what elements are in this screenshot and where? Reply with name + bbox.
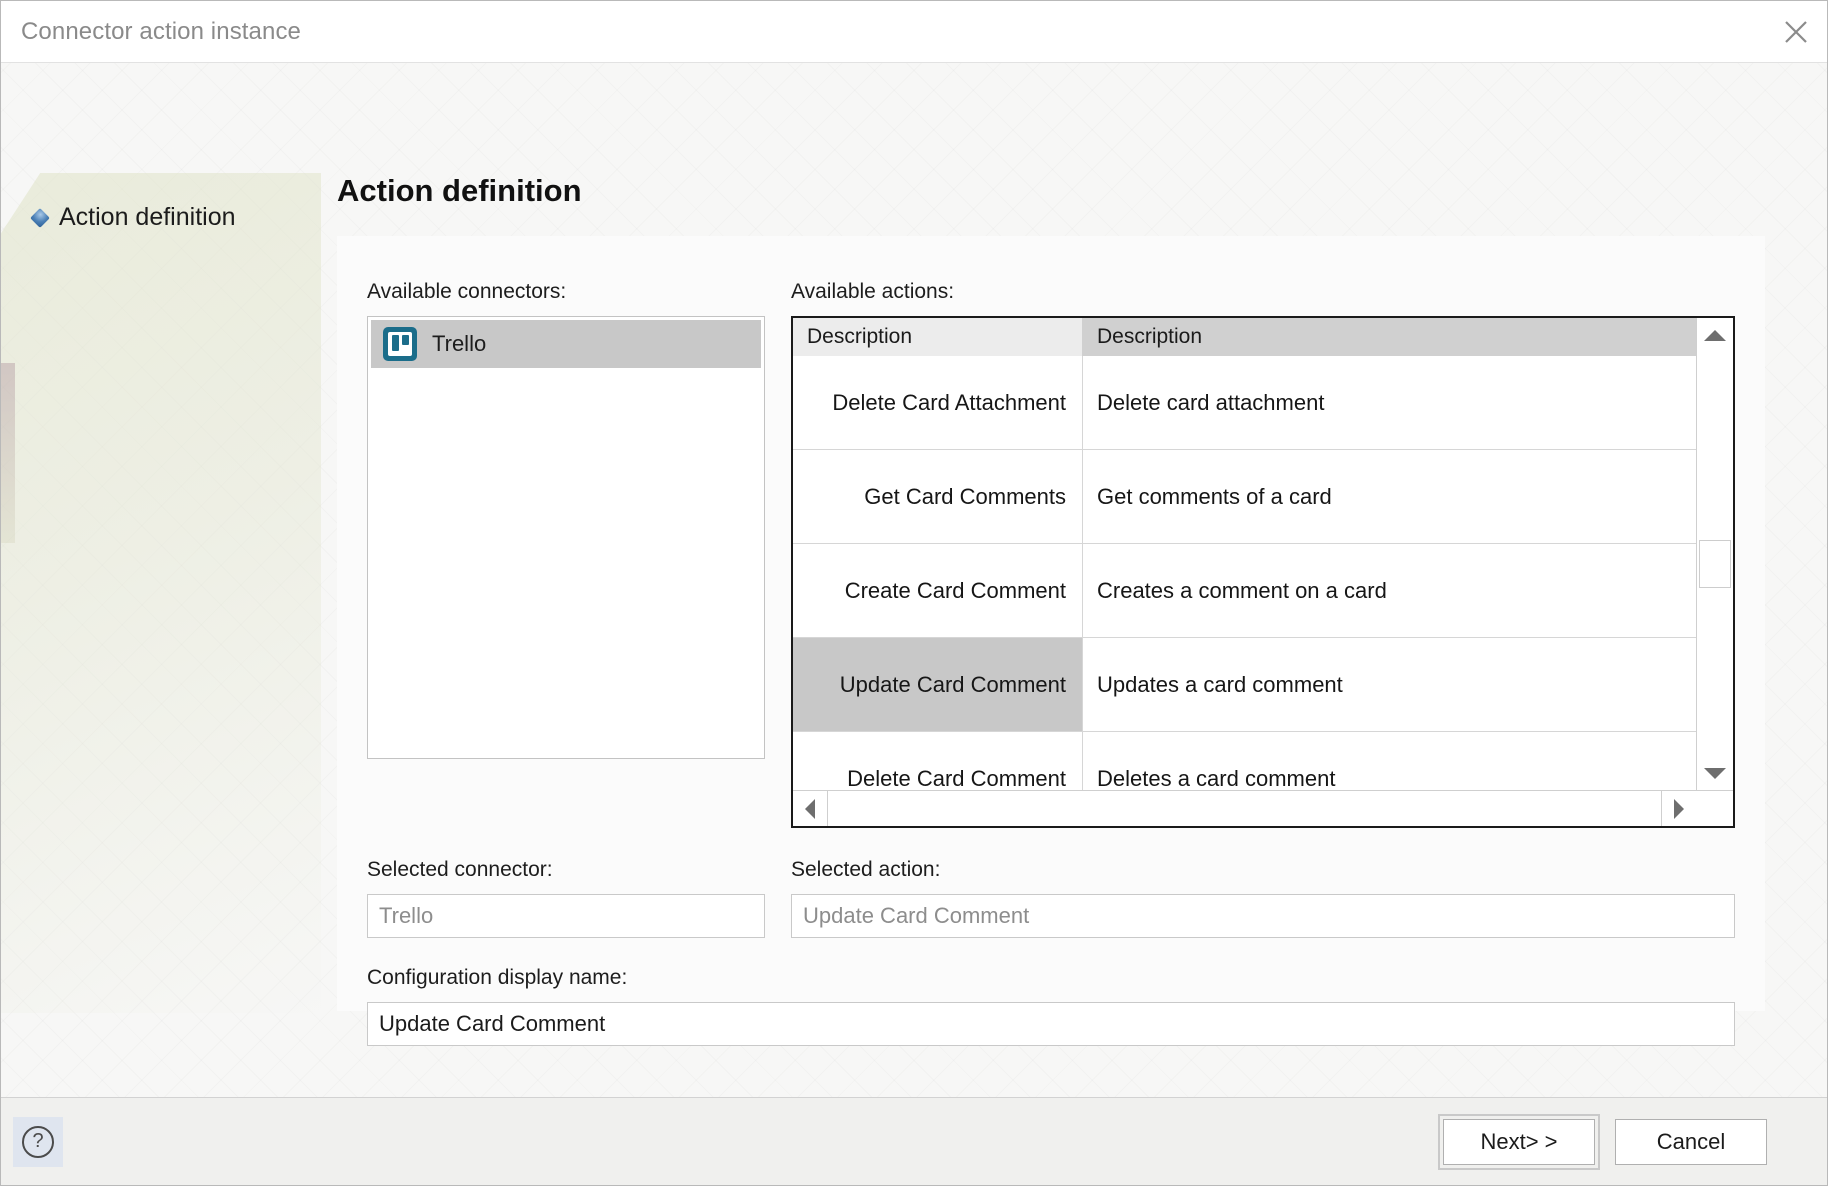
help-button[interactable]: ?	[13, 1116, 63, 1167]
cell-action-name: Delete Card Attachment	[793, 356, 1083, 449]
cell-action-name: Create Card Comment	[793, 544, 1083, 637]
main-content: Action definition Available connectors:	[337, 63, 1827, 1097]
available-connectors-label: Available connectors:	[367, 280, 567, 303]
cell-action-description: Updates a card comment	[1083, 638, 1696, 731]
cell-action-description: Get comments of a card	[1083, 450, 1696, 543]
table-row-selected[interactable]: Update Card Comment Updates a card comme…	[793, 638, 1696, 732]
cell-action-name: Update Card Comment	[793, 638, 1083, 731]
column-header-description[interactable]: Description	[1083, 318, 1696, 356]
available-connectors-list[interactable]: Trello	[367, 316, 765, 759]
next-button[interactable]: Next> >	[1438, 1113, 1600, 1170]
diamond-bullet-icon	[30, 207, 50, 228]
horizontal-scroll-track[interactable]	[827, 791, 1662, 826]
table-row[interactable]: Create Card Comment Creates a comment on…	[793, 544, 1696, 638]
dialog-titlebar: Connector action instance	[1, 1, 1827, 63]
scroll-down-button[interactable]	[1697, 756, 1733, 790]
wizard-step-nav: Action definition	[1, 63, 337, 1097]
vertical-scroll-thumb[interactable]	[1699, 540, 1731, 588]
footer-actions: Next> > Cancel	[1438, 1113, 1767, 1170]
sidebar-item-label: Action definition	[59, 203, 236, 231]
column-header-name[interactable]: Description	[793, 318, 1083, 356]
cell-action-description: Delete card attachment	[1083, 356, 1696, 449]
dialog-body: Action definition Action definition Avai…	[1, 63, 1827, 1097]
vertical-scroll-track[interactable]	[1697, 352, 1733, 756]
configuration-display-name-label: Configuration display name:	[367, 966, 628, 989]
selected-action-label: Selected action:	[791, 858, 941, 881]
cancel-button[interactable]: Cancel	[1615, 1118, 1767, 1165]
triangle-right-icon	[1674, 798, 1684, 819]
selected-action-group: Selected action:	[791, 858, 1735, 938]
configuration-display-name-input[interactable]	[367, 1002, 1735, 1046]
connector-action-instance-dialog: Connector action instance Action definit…	[0, 0, 1828, 1186]
dialog-footer: ? Next> > Cancel	[1, 1097, 1827, 1185]
question-mark-icon: ?	[22, 1125, 54, 1158]
actions-column: Available actions: Description Descripti…	[791, 280, 1735, 828]
sidebar-item-action-definition[interactable]: Action definition	[1, 203, 337, 232]
triangle-up-icon	[1704, 329, 1726, 341]
available-actions-table: Description Description Delete Card Atta…	[791, 316, 1735, 828]
selected-connector-label: Selected connector:	[367, 858, 553, 881]
connector-list-item-label: Trello	[432, 331, 487, 356]
close-icon	[1783, 19, 1809, 45]
page-title: Action definition	[337, 173, 582, 208]
available-actions-label: Available actions:	[791, 280, 955, 303]
cell-action-name: Get Card Comments	[793, 450, 1083, 543]
vertical-scrollbar[interactable]	[1696, 318, 1733, 790]
scroll-right-button[interactable]	[1662, 791, 1696, 826]
horizontal-scrollbar[interactable]	[793, 790, 1733, 826]
trello-icon	[383, 327, 417, 361]
triangle-left-icon	[805, 798, 815, 819]
selected-action-input[interactable]	[791, 894, 1735, 938]
selected-connector-group: Selected connector:	[367, 858, 765, 938]
scroll-up-button[interactable]	[1697, 318, 1733, 352]
table-header-row: Description Description	[793, 318, 1696, 356]
dialog-title: Connector action instance	[21, 17, 301, 45]
close-button[interactable]	[1765, 1, 1827, 62]
table-rows: Delete Card Attachment Delete card attac…	[793, 356, 1696, 826]
scrollbar-corner	[1696, 791, 1733, 826]
form-panel: Available connectors: Trello Available a…	[337, 236, 1765, 1046]
connectors-column: Available connectors: Trello	[367, 280, 765, 828]
cell-action-description: Creates a comment on a card	[1083, 544, 1696, 637]
triangle-down-icon	[1704, 767, 1726, 779]
configuration-display-name-group: Configuration display name:	[367, 966, 1735, 1046]
table-row[interactable]: Delete Card Attachment Delete card attac…	[793, 356, 1696, 450]
table-row[interactable]: Get Card Comments Get comments of a card	[793, 450, 1696, 544]
selected-connector-input[interactable]	[367, 894, 765, 938]
scroll-left-button[interactable]	[793, 791, 827, 826]
connector-list-item[interactable]: Trello	[371, 320, 761, 368]
